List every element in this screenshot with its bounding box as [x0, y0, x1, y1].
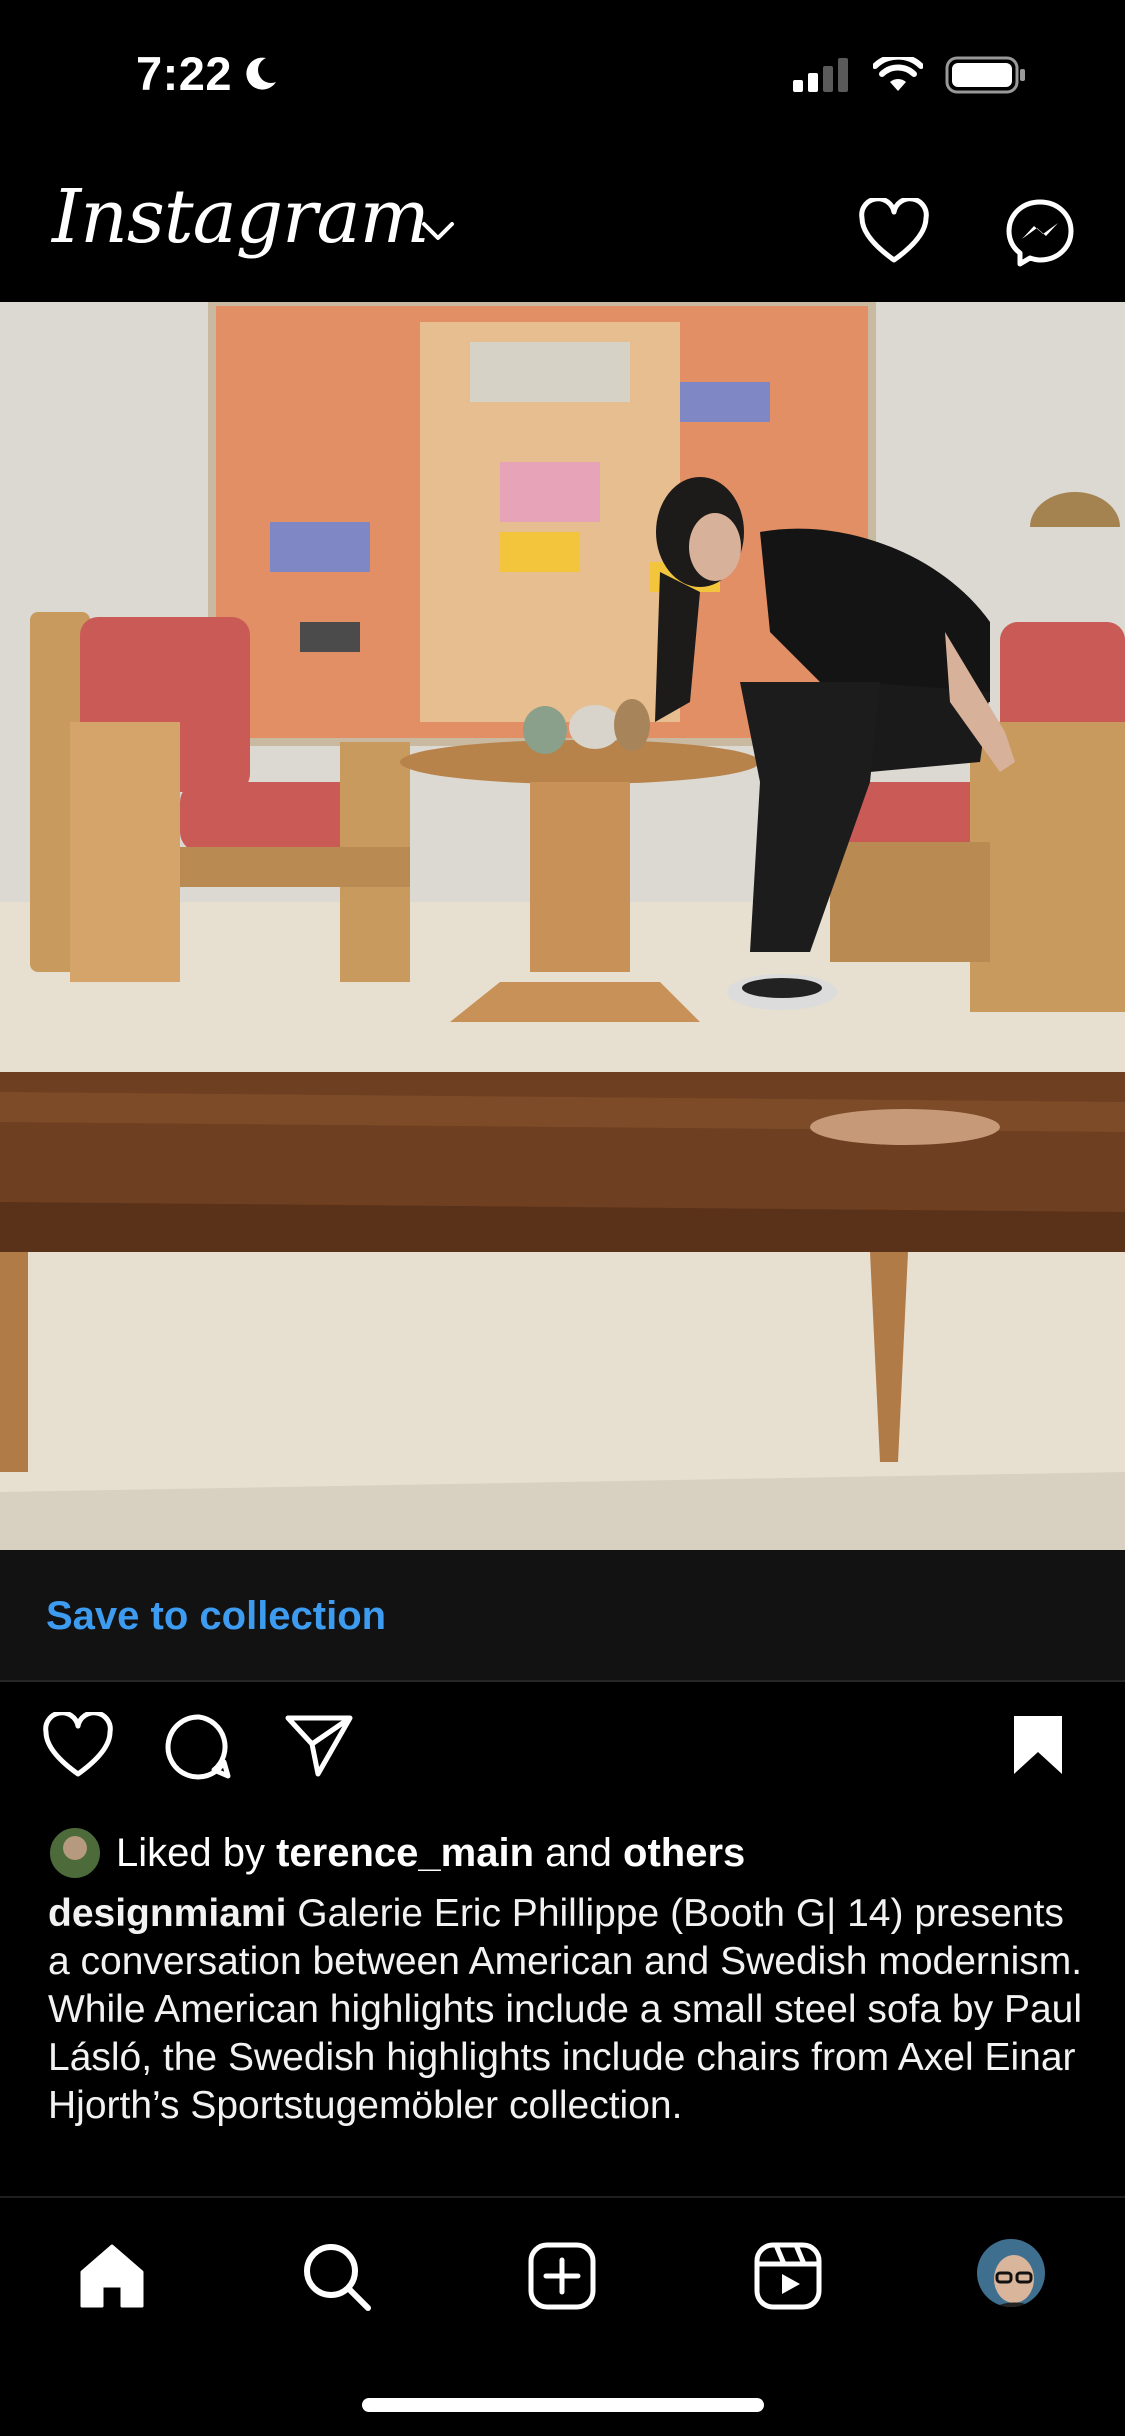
wifi-icon [873, 57, 923, 91]
post-photo[interactable] [0, 302, 1125, 1550]
status-icons [793, 56, 1027, 94]
battery-icon [945, 56, 1025, 94]
post-actions [0, 1712, 1125, 1792]
save-to-collection-bar: Save to collection [0, 1550, 1125, 1682]
like-icon[interactable] [42, 1712, 114, 1778]
home-indicator[interactable] [362, 2398, 764, 2412]
post-photo-illustration [0, 302, 1125, 1550]
moon-icon [246, 57, 277, 90]
post-caption: designmiami Galerie Eric Phillippe (Boot… [48, 1890, 1088, 2130]
liker-avatar[interactable] [48, 1826, 102, 1880]
create-icon[interactable] [526, 2240, 598, 2312]
status-time: 7:22 [136, 47, 233, 100]
likes-row: Liked by terence_main and others [48, 1826, 745, 1880]
save-to-collection-link[interactable]: Save to collection [46, 1594, 386, 1639]
reels-icon[interactable] [752, 2240, 824, 2312]
heart-icon[interactable] [858, 198, 930, 264]
profile-avatar-image [977, 2239, 1045, 2307]
chevron-down-icon[interactable] [420, 220, 456, 244]
comment-icon[interactable] [164, 1712, 234, 1782]
likes-connector: and [545, 1830, 612, 1875]
bookmark-icon[interactable] [1010, 1712, 1066, 1778]
instagram-logo[interactable]: Instagram [52, 174, 430, 260]
caption-username[interactable]: designmiami [48, 1892, 286, 1935]
likes-others[interactable]: others [623, 1831, 745, 1875]
signal-icon [793, 58, 848, 92]
likes-text: Liked by terence_main and others [116, 1831, 745, 1876]
app-header: Instagram [0, 150, 1125, 302]
profile-avatar[interactable] [974, 2236, 1048, 2310]
search-icon[interactable] [300, 2240, 372, 2312]
instagram-feed-screen: 7:22 Instagram Save to collection Liked … [0, 0, 1125, 2436]
likes-user[interactable]: terence_main [276, 1831, 534, 1875]
status-bar: 7:22 [0, 0, 1125, 150]
home-icon[interactable] [76, 2240, 148, 2312]
share-icon[interactable] [284, 1712, 354, 1778]
messenger-icon[interactable] [1005, 198, 1075, 268]
likes-prefix: Liked by [116, 1830, 265, 1875]
status-time-wrap: 7:22 [136, 46, 280, 101]
